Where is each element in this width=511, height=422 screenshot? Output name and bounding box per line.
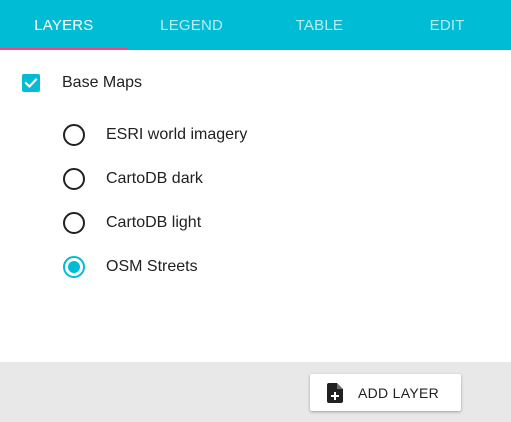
- note-add-icon: [327, 382, 343, 403]
- basemap-option-cartodb-dark[interactable]: CartoDB dark: [63, 168, 203, 190]
- radio-button-selected[interactable]: [63, 256, 85, 278]
- basemap-option-esri-world-imagery[interactable]: ESRI world imagery: [63, 124, 247, 146]
- layers-content: Base Maps ESRI world imagery CartoDB dar…: [0, 50, 511, 362]
- base-maps-label: Base Maps: [62, 74, 143, 91]
- basemap-option-label: ESRI world imagery: [106, 126, 248, 143]
- tab-legend-label: LEGEND: [160, 16, 224, 34]
- tab-layers-label: LAYERS: [34, 16, 94, 34]
- tab-layers[interactable]: LAYERS: [0, 0, 128, 50]
- layer-panel: LAYERS LEGEND TABLE EDIT Base Maps ESRI …: [0, 0, 511, 422]
- radio-button[interactable]: [63, 124, 85, 146]
- tab-legend[interactable]: LEGEND: [128, 0, 256, 50]
- radio-button[interactable]: [63, 212, 85, 234]
- basemap-option-label: CartoDB light: [106, 214, 202, 231]
- base-maps-checkbox[interactable]: [22, 74, 40, 92]
- basemap-option-label: CartoDB dark: [106, 170, 203, 187]
- add-layer-button[interactable]: ADD LAYER: [310, 374, 461, 411]
- basemap-option-osm-streets[interactable]: OSM Streets: [63, 256, 198, 278]
- basemap-option-cartodb-light[interactable]: CartoDB light: [63, 212, 201, 234]
- tab-edit-label: EDIT: [429, 16, 465, 34]
- tab-table[interactable]: TABLE: [256, 0, 384, 50]
- tab-edit[interactable]: EDIT: [383, 0, 511, 50]
- checkmark-icon: [24, 77, 38, 89]
- radio-button[interactable]: [63, 168, 85, 190]
- tab-table-label: TABLE: [295, 16, 344, 34]
- add-layer-label: ADD LAYER: [358, 384, 440, 401]
- basemap-option-label: OSM Streets: [106, 258, 198, 275]
- layer-group-base-maps: Base Maps: [22, 72, 142, 94]
- tab-bar: LAYERS LEGEND TABLE EDIT: [0, 0, 511, 50]
- panel-footer: ADD LAYER: [0, 362, 511, 422]
